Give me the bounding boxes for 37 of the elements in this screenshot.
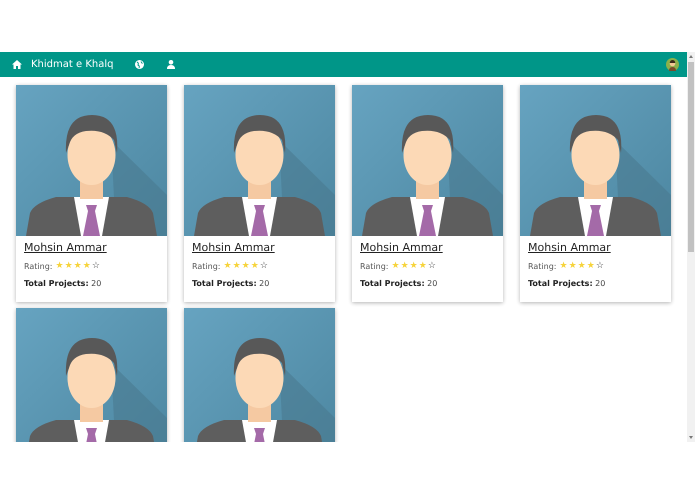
filled-star-icon: ★	[418, 262, 427, 271]
filled-star-icon: ★	[56, 262, 64, 271]
filled-star-icon: ★	[560, 262, 568, 271]
profile-name-link[interactable]: Mohsin Ammar	[192, 241, 327, 254]
rating-label: Rating:	[528, 262, 556, 271]
empty-star-icon: ☆	[428, 262, 436, 271]
filled-star-icon: ★	[568, 262, 577, 271]
total-projects-text: Total Projects: 20	[528, 279, 606, 288]
filled-star-icon: ★	[64, 262, 73, 271]
filled-star-icon: ★	[578, 262, 586, 271]
filled-star-icon: ★	[232, 262, 241, 271]
rating-label: Rating:	[360, 262, 388, 271]
profile-name-link[interactable]: Mohsin Ammar	[360, 241, 495, 254]
profile-name-link[interactable]: Mohsin Ammar	[528, 241, 663, 254]
user-icon[interactable]	[167, 60, 176, 69]
globe-icon[interactable]	[135, 60, 144, 69]
home-icon[interactable]	[12, 60, 22, 69]
filled-star-icon: ★	[82, 262, 91, 271]
rating-label: Rating:	[24, 262, 52, 271]
empty-star-icon: ☆	[596, 262, 604, 271]
filled-star-icon: ★	[224, 262, 232, 271]
filled-star-icon: ★	[250, 262, 259, 271]
profile-name-link[interactable]: Mohsin Ammar	[24, 241, 159, 254]
filled-star-icon: ★	[400, 262, 409, 271]
total-projects-text: Total Projects: 20	[360, 279, 438, 288]
total-projects-text: Total Projects: 20	[192, 279, 270, 288]
total-projects-text: Total Projects: 20	[24, 279, 102, 288]
brand-link[interactable]: Khidmat e Khalq	[31, 59, 114, 70]
filled-star-icon: ★	[392, 262, 400, 271]
filled-star-icon: ★	[74, 262, 82, 271]
filled-star-icon: ★	[410, 262, 418, 271]
rating-label: Rating:	[192, 262, 220, 271]
filled-star-icon: ★	[586, 262, 595, 271]
empty-star-icon: ☆	[92, 262, 100, 271]
empty-star-icon: ☆	[260, 262, 268, 271]
profile-avatar-icon[interactable]	[666, 58, 679, 71]
filled-star-icon: ★	[242, 262, 250, 271]
